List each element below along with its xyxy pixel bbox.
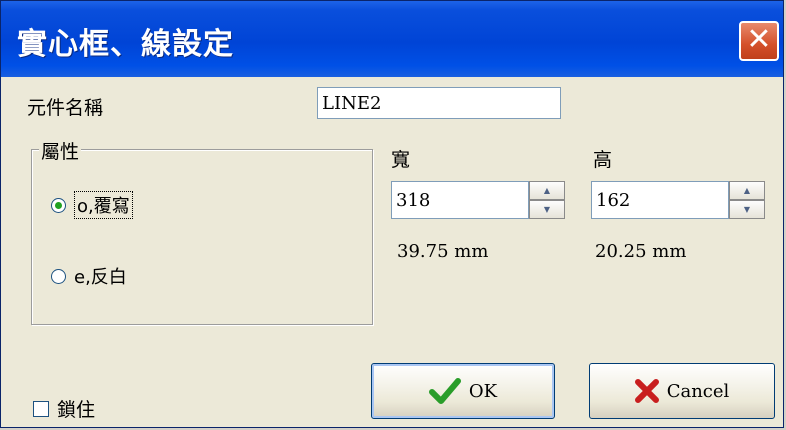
spin-up-icon: ▲ (543, 186, 551, 195)
radio-inverse[interactable]: e,反白 (51, 263, 127, 289)
spin-down-icon: ▼ (543, 205, 551, 214)
height-spin-up-button[interactable]: ▲ (729, 181, 765, 200)
height-label: 高 (593, 149, 613, 171)
width-spin-up-button[interactable]: ▲ (529, 181, 565, 200)
width-input[interactable] (391, 181, 529, 219)
radio-inverse-label: e,反白 (74, 267, 127, 288)
cancel-button[interactable]: Cancel (589, 363, 775, 419)
spin-up-icon: ▲ (743, 186, 751, 195)
dialog-window: 實心框、線設定 ✕ 元件名稱 屬性 o,覆寫 e,反白 寬 ▲ ▼ 39.75 … (0, 0, 784, 428)
close-icon: ✕ (746, 22, 772, 57)
attribute-groupbox (31, 149, 373, 325)
spin-down-icon: ▼ (743, 205, 751, 214)
title-bar[interactable]: 實心框、線設定 ✕ (1, 1, 783, 77)
height-spinner[interactable]: ▲ ▼ (729, 181, 765, 219)
height-spin-down-button[interactable]: ▼ (729, 200, 765, 219)
cancel-button-label: Cancel (666, 380, 730, 402)
attribute-group-legend: 屬性 (39, 137, 82, 164)
width-mm-readout: 39.75 mm (397, 241, 489, 262)
element-name-label: 元件名稱 (27, 97, 104, 119)
width-spinner[interactable]: ▲ ▼ (529, 181, 565, 219)
lock-checkbox-box (33, 400, 49, 417)
ok-button-label: OK (468, 380, 498, 402)
x-mark-icon (634, 379, 659, 403)
close-button[interactable]: ✕ (739, 21, 779, 61)
checkmark-icon (428, 378, 461, 404)
lock-checkbox[interactable]: 鎖住 (33, 395, 95, 422)
radio-overwrite-label: o,覆寫 (74, 191, 133, 219)
radio-inverse-indicator (51, 268, 66, 284)
height-mm-readout: 20.25 mm (595, 241, 687, 262)
dialog-body: 元件名稱 屬性 o,覆寫 e,反白 寬 ▲ ▼ 39.75 mm 高 ▲ ▼ 2… (1, 77, 783, 427)
height-input[interactable] (591, 181, 729, 219)
width-spin-down-button[interactable]: ▼ (529, 200, 565, 219)
radio-overwrite-indicator (51, 197, 66, 213)
ok-button[interactable]: OK (371, 363, 555, 419)
lock-checkbox-label: 鎖住 (57, 399, 96, 421)
radio-overwrite[interactable]: o,覆寫 (51, 191, 133, 219)
width-label: 寬 (391, 149, 411, 171)
element-name-input[interactable] (317, 87, 561, 119)
window-title: 實心框、線設定 (17, 27, 234, 62)
